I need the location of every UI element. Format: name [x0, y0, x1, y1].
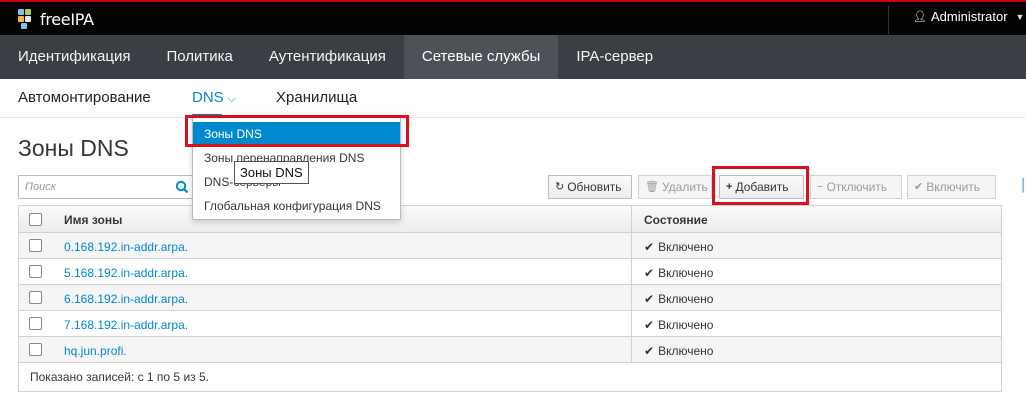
disable-label: Отключить	[826, 180, 888, 194]
dropdown-item-global-config[interactable]: Глобальная конфигурация DNS	[193, 194, 400, 218]
search-icon[interactable]	[175, 180, 189, 194]
subnav-dns[interactable]: DNS ⌵	[192, 89, 236, 106]
secondary-nav: Автомонтирование DNS ⌵ Хранилища	[0, 79, 1026, 118]
zone-link[interactable]: 7.168.192.in-addr.arpa.	[64, 318, 188, 332]
dropdown-item-highlight	[185, 115, 409, 147]
user-name: Administrator	[930, 9, 1008, 24]
zone-state: ✔ Включено	[644, 344, 713, 358]
table-row: 7.168.192.in-addr.arpa. ✔ Включено	[19, 311, 1001, 337]
check-icon: ✔	[644, 240, 655, 254]
add-button-highlight	[712, 166, 809, 205]
nav-policy[interactable]: Политика	[148, 35, 250, 79]
enable-label: Включить	[926, 180, 981, 194]
zone-link[interactable]: 0.168.192.in-addr.arpa.	[64, 240, 188, 254]
row-checkbox[interactable]	[29, 265, 42, 278]
check-icon: ✔	[644, 318, 655, 332]
subnav-automount[interactable]: Автомонтирование	[18, 89, 151, 106]
refresh-button[interactable]: ↻ Обновить	[548, 175, 632, 199]
brand-name: freeIPA	[40, 9, 94, 29]
column-header-zone-name[interactable]: Имя зоны	[64, 213, 122, 227]
caret-down-icon: ▼	[1015, 11, 1025, 22]
refresh-icon: ↻	[555, 181, 565, 193]
nav-authentication[interactable]: Аутентификация	[251, 35, 404, 79]
delete-button[interactable]: 🗑︎ Удалить	[638, 175, 712, 199]
column-divider	[631, 311, 632, 336]
row-checkbox[interactable]	[29, 317, 42, 330]
table-row: 6.168.192.in-addr.arpa. ✔ Включено	[19, 285, 1001, 311]
row-checkbox[interactable]	[29, 291, 42, 304]
top-header: freeIPA 👤︎ Administrator ▼	[0, 0, 1026, 35]
column-header-state[interactable]: Состояние	[644, 213, 708, 227]
zone-state-label: Включено	[658, 292, 714, 306]
zone-state: ✔ Включено	[644, 292, 713, 306]
row-checkbox[interactable]	[29, 239, 42, 252]
nav-network-services[interactable]: Сетевые службы	[403, 35, 559, 79]
minus-icon: −	[817, 181, 824, 193]
zone-state: ✔ Включено	[644, 318, 713, 332]
refresh-label: Обновить	[567, 180, 622, 194]
delete-label: Удалить	[661, 180, 708, 194]
trash-icon: 🗑︎	[645, 181, 659, 193]
zone-state-label: Включено	[658, 266, 714, 280]
column-divider	[631, 337, 632, 362]
freeipa-logo[interactable]: freeIPA	[18, 8, 94, 30]
check-icon: ✔	[644, 266, 655, 280]
overflow-edge-icon: │	[1020, 178, 1026, 192]
select-all-checkbox[interactable]	[29, 213, 42, 226]
zone-state: ✔ Включено	[644, 266, 713, 280]
search-box	[18, 175, 194, 199]
pagination-summary: Показано записей: с 1 по 5 из 5.	[30, 370, 209, 384]
table-row: 5.168.192.in-addr.arpa. ✔ Включено	[19, 259, 1001, 285]
user-menu[interactable]: 👤︎ Administrator ▼	[913, 9, 1024, 24]
check-icon: ✔	[914, 181, 924, 193]
table-footer: Показано записей: с 1 по 5 из 5.	[19, 363, 1001, 391]
zone-state-label: Включено	[658, 344, 714, 358]
freeipa-logo-icon	[18, 9, 34, 29]
zone-state: ✔ Включено	[644, 240, 713, 254]
tooltip: Зоны DNS	[234, 161, 309, 184]
column-divider	[631, 233, 632, 258]
table-header: Имя зоны Состояние	[19, 206, 1001, 233]
row-checkbox[interactable]	[29, 343, 42, 356]
user-icon: 👤︎	[913, 11, 927, 23]
page-title: Зоны DNS	[18, 135, 129, 161]
table-row: 0.168.192.in-addr.arpa. ✔ Включено	[19, 233, 1001, 259]
zones-table: Имя зоны Состояние 0.168.192.in-addr.arp…	[18, 205, 1002, 392]
subnav-dns-label: DNS	[192, 89, 224, 106]
zone-state-label: Включено	[658, 240, 714, 254]
column-divider	[631, 206, 632, 232]
zone-link[interactable]: 6.168.192.in-addr.arpa.	[64, 292, 188, 306]
check-icon: ✔	[644, 344, 655, 358]
disable-button[interactable]: − Отключить	[810, 175, 902, 199]
zone-link[interactable]: 5.168.192.in-addr.arpa.	[64, 266, 188, 280]
enable-button[interactable]: ✔ Включить	[907, 175, 996, 199]
column-divider	[631, 259, 632, 284]
table-body: 0.168.192.in-addr.arpa. ✔ Включено 5.168.…	[19, 233, 1001, 363]
primary-nav: Идентификация Политика Аутентификация Се…	[0, 35, 1026, 79]
nav-identity[interactable]: Идентификация	[0, 35, 148, 79]
zone-link[interactable]: hq.jun.profi.	[64, 344, 127, 358]
table-row: hq.jun.profi. ✔ Включено	[19, 337, 1001, 363]
header-divider	[888, 6, 889, 34]
zone-state-label: Включено	[658, 318, 714, 332]
check-icon: ✔	[644, 292, 655, 306]
nav-ipa-server[interactable]: IPA-сервер	[558, 35, 671, 79]
subnav-vaults[interactable]: Хранилища	[276, 89, 357, 106]
column-divider	[631, 285, 632, 310]
search-input[interactable]	[19, 176, 174, 198]
chevron-down-icon: ⌵	[227, 93, 237, 105]
